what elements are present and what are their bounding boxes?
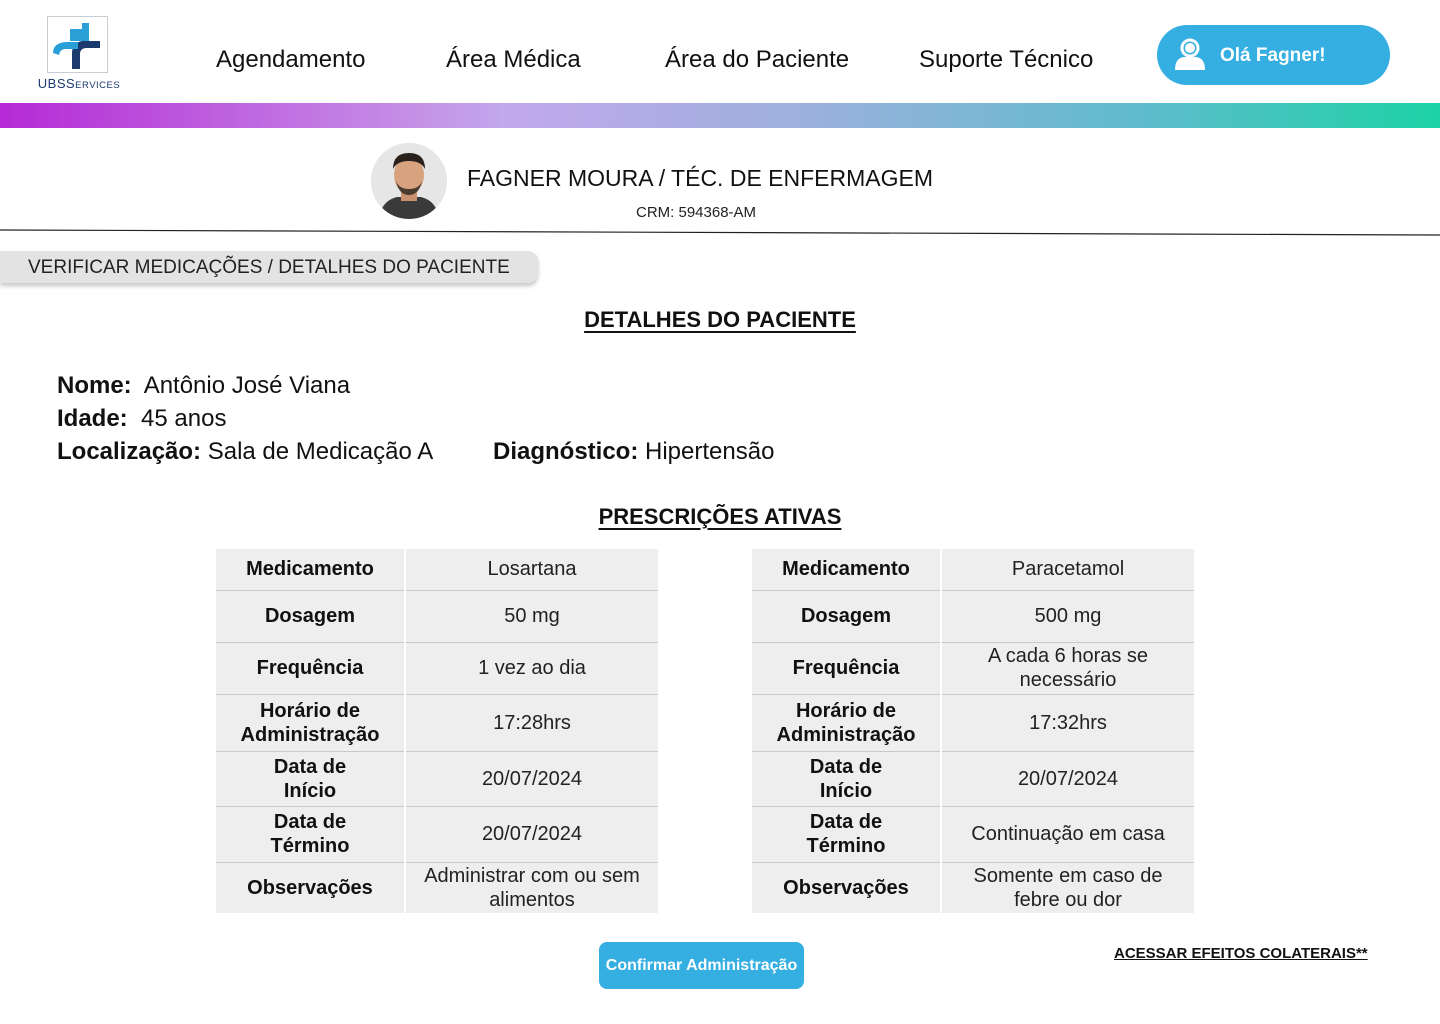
breadcrumb-label: VERIFICAR MEDICAÇÕES / DETALHES DO PACIE…: [28, 257, 510, 278]
inicio-label: Data de Início: [216, 751, 406, 807]
side-effects-link[interactable]: ACESSAR EFEITOS COLATERAIS**: [1114, 945, 1368, 962]
observacoes-value: Administrar com ou sem alimentos: [424, 864, 640, 911]
inicio-label: Data de Início: [752, 751, 942, 807]
inicio-value: 20/07/2024: [941, 751, 1194, 807]
frequencia-label: Frequência: [216, 642, 406, 695]
horario-value: 17:32hrs: [941, 694, 1194, 752]
table-row: Observações Somente em caso de febre ou do…: [752, 862, 1194, 913]
patient-age: Idade: 45 anos: [57, 405, 227, 432]
frequencia-value: 1 vez ao dia: [405, 642, 658, 695]
nav-area-paciente[interactable]: Área do Paciente: [665, 46, 849, 74]
confirm-administration-button[interactable]: Confirmar Administração: [599, 942, 804, 989]
table-row: Frequência 1 vez ao dia: [216, 642, 658, 695]
table-row: Dosagem 50 mg: [216, 590, 658, 643]
logo-text: UBSSERVICES: [37, 76, 121, 91]
nav-area-medica[interactable]: Área Médica: [446, 46, 581, 74]
profile-divider: [0, 229, 1440, 236]
avatar[interactable]: [371, 143, 447, 219]
dosagem-value: 50 mg: [405, 590, 658, 643]
table-row: Data de Início 20/07/2024: [752, 751, 1194, 807]
horario-label: Horário de Administração: [216, 694, 406, 752]
professional-name: FAGNER MOURA / TÉC. DE ENFERMAGEM: [467, 165, 934, 191]
professional-crm: CRM: 594368-AM: [636, 204, 757, 221]
termino-label: Data de Término: [216, 806, 406, 863]
cross-logo-icon: [47, 16, 108, 73]
user-greeting: Olá Fagner!: [1220, 45, 1326, 66]
frequencia-label: Frequência: [752, 642, 942, 695]
table-row: Data de Início 20/07/2024: [216, 751, 658, 807]
table-row: Data de Término 20/07/2024: [216, 806, 658, 863]
table-row: Horário de Administração 17:28hrs: [216, 694, 658, 752]
observacoes-value: Somente em caso de febre ou dor: [973, 864, 1163, 911]
nav-suporte-tecnico[interactable]: Suporte Técnico: [919, 46, 1093, 74]
table-row: Medicamento Losartana: [216, 549, 658, 591]
observacoes-label: Observações: [216, 862, 406, 913]
patient-name: Nome: Antônio José Viana: [57, 372, 351, 399]
frequencia-value: A cada 6 horas se necessário: [941, 642, 1194, 695]
table-row: Dosagem 500 mg: [752, 590, 1194, 643]
termino-value: 20/07/2024: [405, 806, 658, 863]
header-gradient-bar: [0, 103, 1440, 128]
breadcrumb: VERIFICAR MEDICAÇÕES / DETALHES DO PACIE…: [0, 251, 538, 283]
user-icon: [1173, 38, 1207, 72]
horario-value: 17:28hrs: [405, 694, 658, 752]
termino-value: Continuação em casa: [941, 806, 1194, 863]
dosagem-value: 500 mg: [941, 590, 1194, 643]
table-row: Frequência A cada 6 horas se necessário: [752, 642, 1194, 695]
user-menu-button[interactable]: Olá Fagner!: [1157, 25, 1390, 85]
observacoes-label: Observações: [752, 862, 942, 913]
termino-label: Data de Término: [752, 806, 942, 863]
prescription-table-1: Medicamento Losartana Dosagem 50 mg Frequê…: [216, 549, 658, 913]
medicamento-label: Medicamento: [752, 549, 942, 591]
nav-agendamento[interactable]: Agendamento: [216, 46, 365, 74]
ubs-logo[interactable]: UBSSERVICES: [36, 14, 122, 94]
table-row: Data de Término Continuação em casa: [752, 806, 1194, 863]
table-row: Observações Administrar com ou sem aliment…: [216, 862, 658, 913]
patient-location: Localização: Sala de Medicação A: [57, 438, 434, 465]
medicamento-value: Losartana: [405, 549, 658, 591]
patient-details-title: DETALHES DO PACIENTE: [584, 307, 856, 332]
patient-diagnosis: Diagnóstico: Hipertensão: [493, 438, 775, 465]
horario-label: Horário de Administração: [752, 694, 942, 752]
active-prescriptions-title: PRESCRIÇÕES ATIVAS: [598, 504, 842, 529]
table-row: Medicamento Paracetamol: [752, 549, 1194, 591]
medicamento-label: Medicamento: [216, 549, 406, 591]
dosagem-label: Dosagem: [752, 590, 942, 643]
table-row: Horário de Administração 17:32hrs: [752, 694, 1194, 752]
inicio-value: 20/07/2024: [405, 751, 658, 807]
medicamento-value: Paracetamol: [941, 549, 1194, 591]
dosagem-label: Dosagem: [216, 590, 406, 643]
prescription-table-2: Medicamento Paracetamol Dosagem 500 mg Fre…: [752, 549, 1194, 913]
